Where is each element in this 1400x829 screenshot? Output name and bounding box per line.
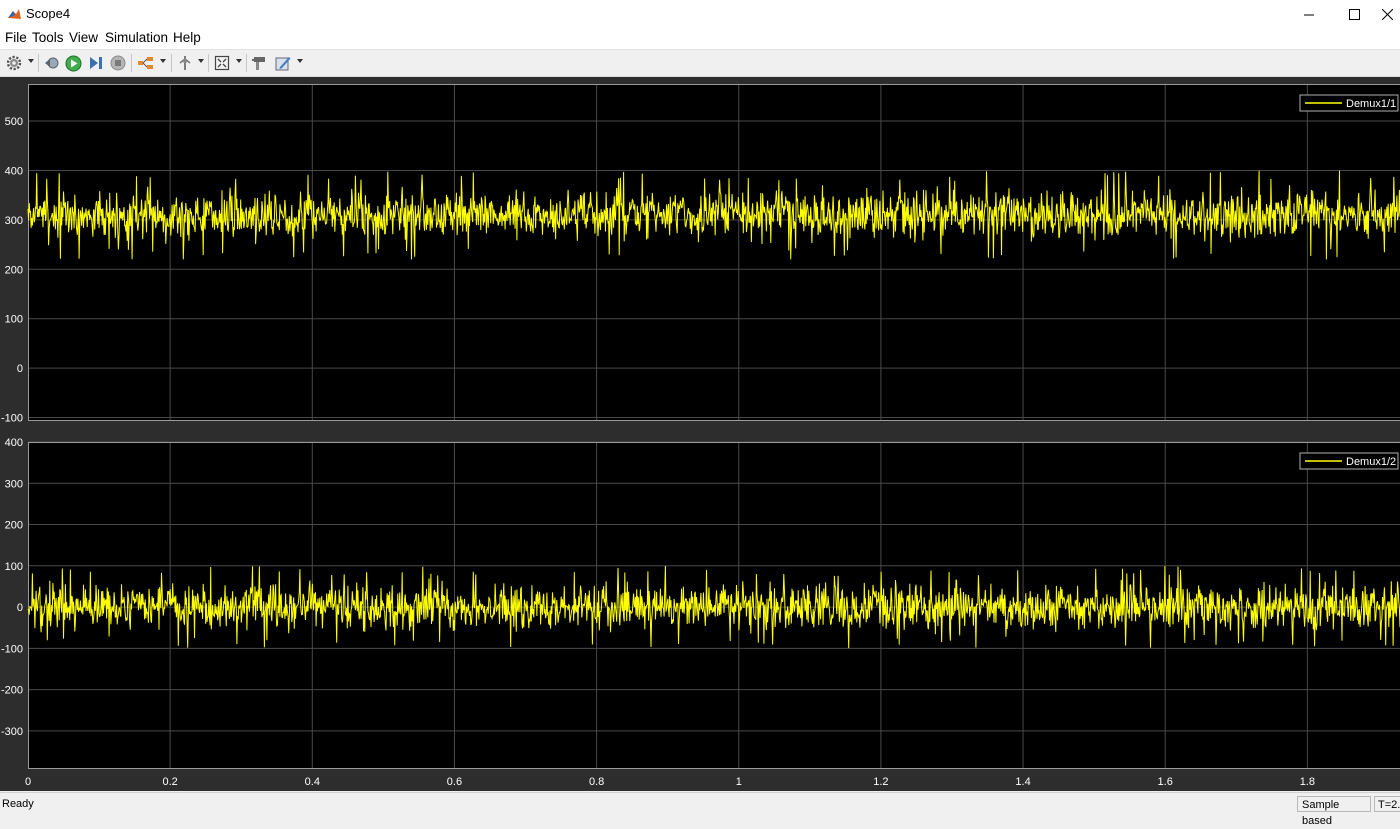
y-tick-label: 0 [17,602,23,614]
zoom-fit-button[interactable] [213,53,231,73]
menu-file[interactable]: File [5,30,27,45]
y-tick-label: 100 [5,314,23,326]
step-forward-button[interactable] [87,53,105,73]
menu-tools[interactable]: Tools [32,30,64,45]
zoom-fit-icon [214,55,230,71]
x-tick-label: 1.8 [1300,776,1315,788]
matlab-icon [7,7,22,22]
run-icon [65,55,82,72]
x-tick-label: 0 [25,776,31,788]
y-tick-label: 400 [5,165,23,177]
y-tick-label: -100 [1,413,23,425]
scope-display[interactable]: -1000100200300400500Demux1/1 -300-200-10… [0,77,1400,791]
close-button[interactable] [1374,0,1400,29]
step-back-button[interactable] [43,53,61,73]
y-tick-label: 400 [5,437,23,449]
y-tick-label: 200 [5,264,23,276]
sample-mode-indicator: Sample based [1297,796,1371,812]
highlight-button[interactable] [136,53,156,73]
step-forward-icon [88,55,104,71]
edit-icon [275,55,291,71]
cursor-measure-button[interactable] [176,53,194,73]
x-tick-label: 1 [736,776,742,788]
stop-icon [110,55,126,71]
menu-bar: File Tools View Simulation Help [0,29,1400,49]
scope-plots[interactable]: -1000100200300400500Demux1/1 -300-200-10… [0,77,1400,791]
y-tick-label: 0 [17,363,23,375]
zoom-dropdown-icon[interactable] [236,59,242,63]
y-tick-label: -100 [1,643,23,655]
x-tick-label: 0.6 [447,776,462,788]
x-tick-label: 0.8 [589,776,604,788]
y-tick-label: 500 [5,116,23,128]
simulation-time-indicator: T=2.000 [1374,796,1400,812]
legend[interactable]: Demux1/2 [1300,453,1398,469]
status-text: Ready [2,798,34,810]
x-tick-label: 1.6 [1158,776,1173,788]
cursor-measure-icon [177,55,193,71]
x-tick-label: 1.2 [873,776,888,788]
menu-help[interactable]: Help [173,30,201,45]
window-title: Scope4 [26,6,70,21]
highlight-icon [137,55,155,71]
style-icon [251,55,267,71]
menu-simulation[interactable]: Simulation [105,30,168,45]
close-icon [1382,9,1393,20]
x-tick-label: 0.2 [163,776,178,788]
edit-dropdown-icon[interactable] [297,59,303,63]
toolbar-divider [246,54,247,72]
maximize-icon [1349,9,1360,20]
measure-dropdown-icon[interactable] [198,59,204,63]
status-bar: Ready Sample based T=2.000 [0,792,1400,817]
toolbar-divider [38,54,39,72]
axes-bottom[interactable]: -300 -200 -100 0 100 200 300 400 Demux1/2 0 0.2 0.4… [1,437,1400,788]
y-tick-label: 300 [5,215,23,227]
highlight-dropdown-icon[interactable] [160,59,166,63]
y-tick-label: 100 [5,561,23,573]
minimize-button[interactable] [1286,0,1332,29]
settings-dropdown-icon[interactable] [28,59,34,63]
toolbar-divider [171,54,172,72]
y-tick-label: 300 [5,478,23,490]
minimize-icon [1304,9,1315,20]
plot-background [28,442,1400,768]
y-tick-label: -300 [1,726,23,738]
title-bar: Scope4 [0,0,1400,29]
toolbar-divider [208,54,209,72]
style-button[interactable] [250,53,268,73]
x-tick-label: 1.4 [1015,776,1030,788]
plot-background [28,84,1400,420]
gear-icon [6,55,22,71]
y-tick-label: -200 [1,685,23,697]
maximize-button[interactable] [1331,0,1377,29]
toolbar-divider [131,54,132,72]
legend-label: Demux1/2 [1346,456,1396,468]
menu-view[interactable]: View [69,30,98,45]
run-button[interactable] [64,53,82,73]
legend-label: Demux1/1 [1346,98,1396,110]
stop-button[interactable] [109,53,127,73]
toolbar [0,49,1400,77]
settings-button[interactable] [5,53,23,73]
legend[interactable]: Demux1/1 [1300,95,1398,111]
edit-button[interactable] [274,53,292,73]
x-tick-label: 0.4 [305,776,320,788]
axes-top[interactable]: -100 0 100 200 300 400 500 Demux1/1 [1,84,1400,425]
step-back-icon [44,55,60,71]
y-tick-label: 200 [5,520,23,532]
